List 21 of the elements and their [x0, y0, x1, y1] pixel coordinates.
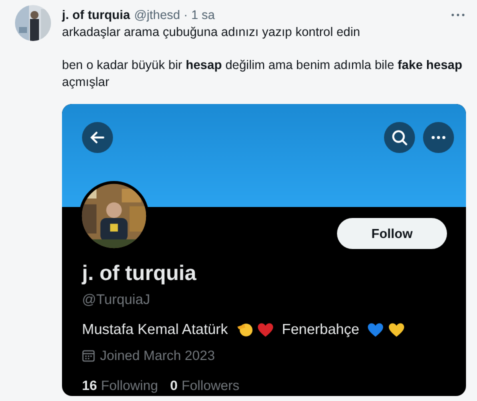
bio-text: Mustafa Kemal Atatürk [82, 322, 228, 338]
salute-emoji-icon [236, 322, 253, 338]
profile-name: j. of turquia [82, 262, 198, 286]
more-icon[interactable] [423, 122, 454, 153]
profile-handle: @TurquiaJ [82, 291, 152, 307]
search-icon[interactable] [384, 122, 415, 153]
stat-label: Followers [182, 378, 240, 393]
joined-date: Joined March 2023 [100, 348, 215, 363]
stat-count: 16 [82, 378, 98, 393]
stat-label: Following [101, 378, 158, 393]
profile-screenshot[interactable]: Follow j. of turquia @TurquiaJ Mustafa Kemal Atatürk Fenerbahçe Joined March 2023 16 Following 0 Followers [62, 104, 466, 396]
author-name[interactable]: j. of turquia [62, 8, 130, 22]
stat-count: 0 [170, 378, 178, 393]
bio-text: Fenerbahçe [282, 322, 360, 338]
back-icon[interactable] [82, 122, 113, 153]
follow-button[interactable]: Follow [337, 218, 447, 249]
more-icon[interactable] [451, 13, 465, 17]
calendar-icon [82, 349, 95, 362]
tweet-text: ben o kadar büyük bir hesap değilim ama benim adımla bile fake hesap açmışlar [62, 57, 464, 91]
author-handle: @jthesd · 1 sa [134, 8, 215, 22]
tweet-text: arkadaşlar arama çubuğuna adınızı yazıp kontrol edin [62, 24, 362, 41]
